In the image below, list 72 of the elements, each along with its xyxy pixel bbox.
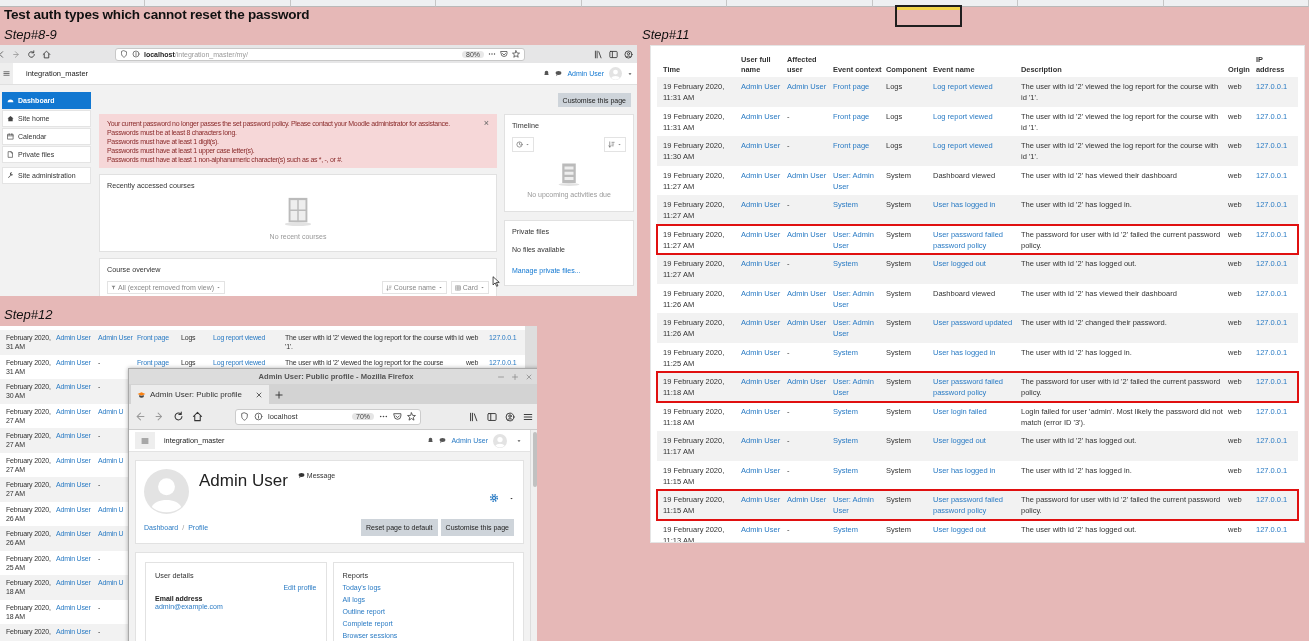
close-icon[interactable]	[255, 390, 263, 399]
caret-icon	[525, 142, 530, 147]
grid-icon	[454, 284, 461, 291]
funnel-icon	[111, 285, 116, 290]
menu-button[interactable]	[135, 432, 155, 449]
account-icon[interactable]	[624, 49, 633, 59]
info-icon	[132, 50, 140, 58]
column-header-cell[interactable]	[145, 0, 291, 7]
step-caption: Step#8-9	[4, 27, 57, 42]
scrollbar[interactable]	[530, 430, 537, 641]
chat-icon	[297, 472, 305, 479]
home-icon[interactable]	[192, 411, 203, 422]
library-icon[interactable]	[594, 49, 603, 59]
bell-icon[interactable]	[543, 70, 551, 77]
wrench-icon	[7, 172, 14, 179]
bookmark-star-icon[interactable]	[512, 50, 520, 58]
browser-tab[interactable]: Admin User: Public profile	[131, 385, 269, 404]
step-caption: Step#12	[4, 307, 53, 322]
back-icon[interactable]	[135, 411, 146, 422]
list-icon	[557, 162, 581, 186]
bell-icon[interactable]	[427, 437, 435, 444]
reload-icon[interactable]	[173, 411, 184, 422]
sheet-title: Test auth types which cannot reset the password	[4, 7, 310, 22]
sort-dropdown[interactable]	[604, 137, 626, 152]
column-header-cell[interactable]	[1163, 0, 1309, 7]
caret-icon[interactable]	[509, 496, 514, 501]
selected-cell[interactable]	[895, 5, 962, 27]
pocket-icon[interactable]	[500, 50, 508, 58]
sidebar-icon[interactable]	[609, 49, 618, 59]
profile-name: Admin User	[199, 471, 288, 491]
column-header-cell[interactable]	[0, 0, 146, 7]
pocket-icon[interactable]	[393, 412, 402, 421]
caret-icon	[437, 285, 443, 290]
caret-icon[interactable]	[627, 70, 633, 77]
account-icon[interactable]	[505, 411, 515, 422]
column-header-cell[interactable]	[1018, 0, 1164, 7]
calendar-icon	[7, 133, 14, 140]
reload-icon[interactable]	[27, 49, 36, 59]
new-tab-icon[interactable]	[274, 390, 284, 400]
caret-icon[interactable]	[516, 437, 522, 444]
column-header-cell[interactable]	[581, 0, 728, 7]
house-icon	[7, 115, 14, 122]
column-header-cell[interactable]	[290, 0, 437, 7]
shield-icon	[120, 50, 128, 58]
sort-icon	[385, 284, 392, 291]
courses-icon	[283, 196, 313, 226]
caret-icon	[480, 285, 485, 290]
file-icon	[7, 151, 14, 158]
forward-icon[interactable]	[12, 49, 21, 59]
back-icon[interactable]	[0, 49, 6, 59]
hat-icon	[137, 390, 146, 399]
column-header-cell[interactable]	[727, 0, 873, 7]
menu-button[interactable]	[0, 63, 13, 84]
column-header-cell[interactable]	[872, 0, 1019, 7]
forward-icon[interactable]	[154, 411, 165, 422]
close-button[interactable]: ×	[483, 119, 489, 164]
chat-icon[interactable]	[439, 437, 447, 444]
clock-icon	[516, 141, 523, 148]
library-icon[interactable]	[469, 411, 479, 422]
date-filter-dropdown[interactable]	[512, 137, 534, 152]
column-header-cell[interactable]	[436, 0, 582, 7]
sidebar-icon[interactable]	[487, 411, 497, 422]
info-icon	[254, 412, 263, 421]
avatar-icon	[144, 469, 189, 514]
bookmark-star-icon[interactable]	[407, 412, 416, 421]
shield-icon	[240, 412, 249, 421]
caret-icon	[617, 142, 622, 147]
step-caption: Step#11	[642, 27, 690, 42]
chat-icon[interactable]	[555, 70, 563, 77]
caret-icon	[216, 285, 222, 290]
gauge-icon	[7, 97, 14, 104]
sort-icon	[608, 141, 615, 148]
